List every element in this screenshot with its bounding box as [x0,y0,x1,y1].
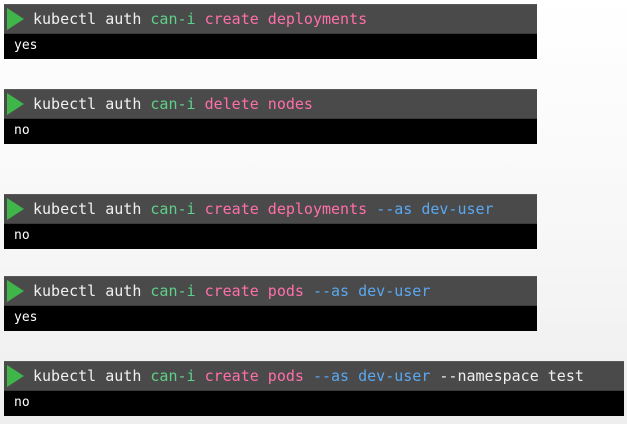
output-line: yes [4,306,537,331]
output-line: no [4,119,537,144]
command-token: can-i [150,367,205,385]
command-token: create deployments [204,200,377,218]
output-line: yes [4,34,537,59]
output-text: yes [14,38,38,53]
command-token: delete nodes [204,95,313,113]
play-icon[interactable] [7,365,24,387]
command-token: --as dev-user [376,200,494,218]
command-line: kubectl auth can-i create pods --as dev-… [4,276,537,306]
command-token: create pods [204,282,313,300]
command-text: kubectl auth can-i create pods --as dev-… [33,367,584,386]
command-block: kubectl auth can-i create deployments --… [4,194,537,249]
command-token: can-i [150,200,205,218]
play-icon[interactable] [7,280,24,302]
output-text: yes [14,310,38,325]
command-token: create pods [204,367,313,385]
command-token: kubectl auth [33,367,151,385]
command-block: kubectl auth can-i delete nodes no [4,89,537,144]
output-text: no [14,395,30,410]
command-line: kubectl auth can-i delete nodes [4,89,537,119]
command-text: kubectl auth can-i create pods --as dev-… [33,282,439,301]
command-token: --namespace test [439,367,584,385]
command-block: kubectl auth can-i create pods --as dev-… [4,276,537,331]
page: { "commands": [ { "tokens": [ {"text": "… [0,0,627,424]
command-line: kubectl auth can-i create deployments --… [4,194,537,224]
command-text: kubectl auth can-i create deployments --… [33,200,494,219]
command-text: kubectl auth can-i delete nodes [33,95,313,114]
command-token: kubectl auth [33,200,151,218]
command-token: create deployments [204,10,368,28]
command-token: can-i [150,282,205,300]
command-token: kubectl auth [33,282,151,300]
command-token: kubectl auth [33,95,151,113]
command-token: --as dev-user [312,282,440,300]
play-icon[interactable] [7,93,24,115]
output-text: no [14,123,30,138]
command-token: can-i [150,10,205,28]
output-line: no [4,224,537,249]
command-text: kubectl auth can-i create deployments [33,10,367,29]
play-icon[interactable] [7,198,24,220]
command-line: kubectl auth can-i create pods --as dev-… [4,361,624,391]
command-block: kubectl auth can-i create deployments ye… [4,4,537,59]
play-icon[interactable] [7,8,24,30]
output-text: no [14,228,30,243]
command-token: kubectl auth [33,10,151,28]
output-line: no [4,391,624,416]
command-block: kubectl auth can-i create pods --as dev-… [4,361,624,416]
command-token: --as dev-user [312,367,440,385]
command-line: kubectl auth can-i create deployments [4,4,537,34]
command-token: can-i [150,95,205,113]
